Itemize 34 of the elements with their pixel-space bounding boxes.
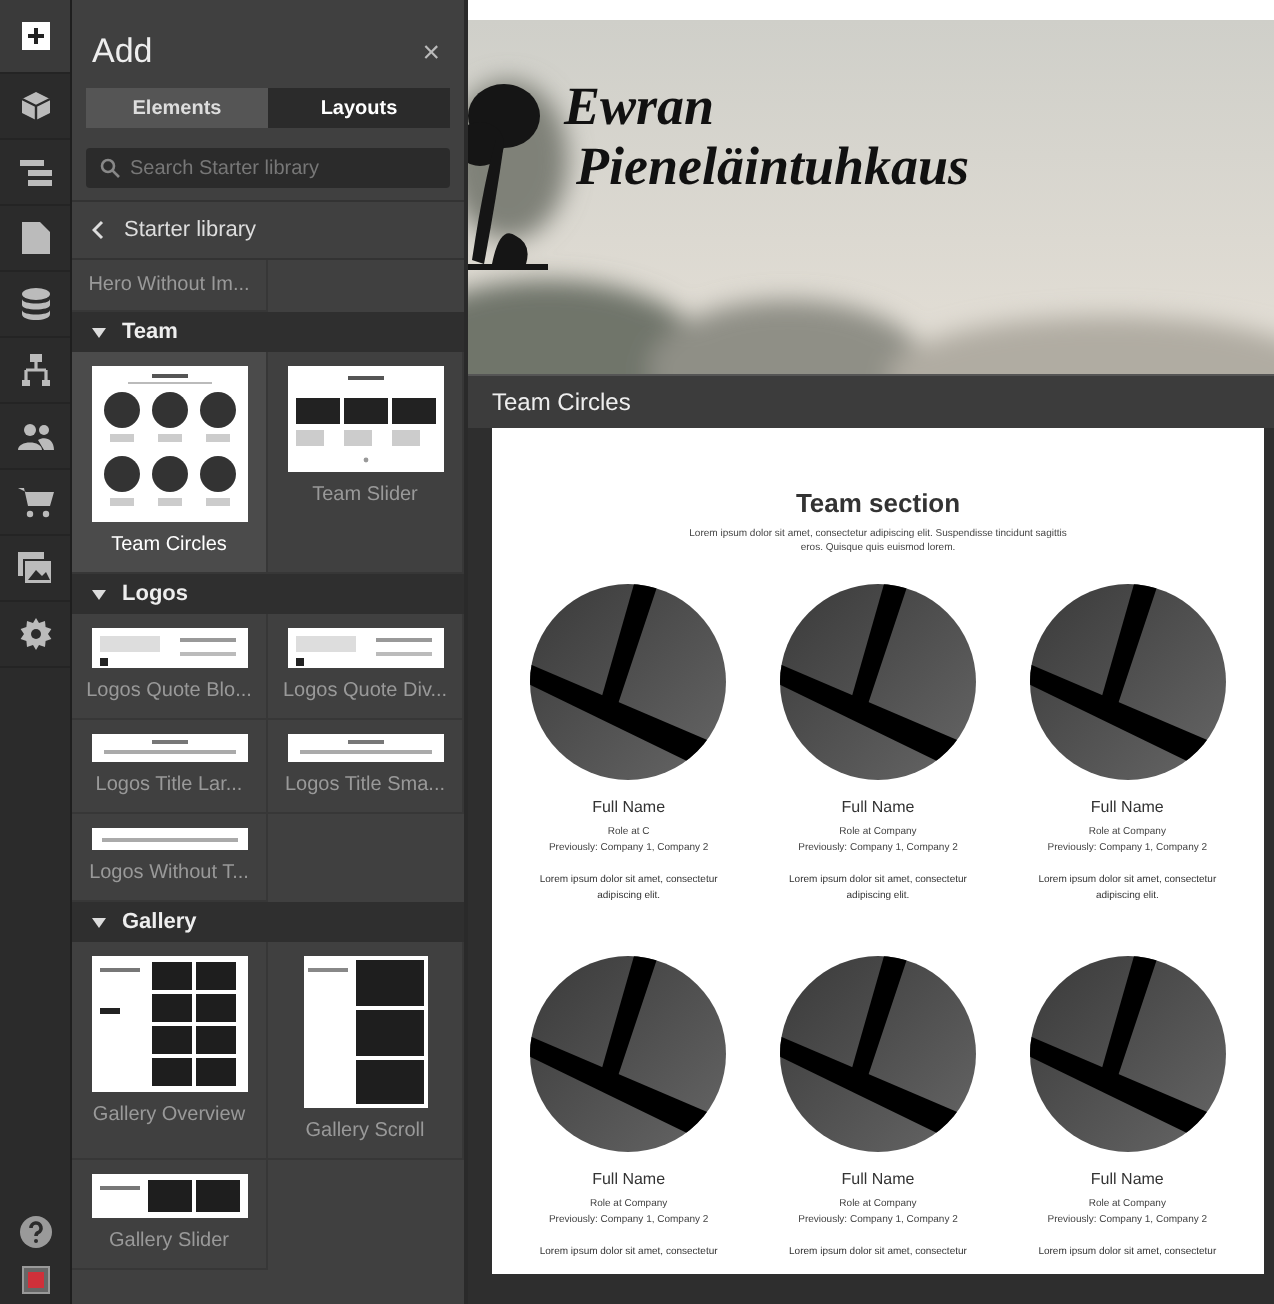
member-name: Full Name	[841, 1170, 915, 1188]
caret-icon	[92, 327, 106, 337]
member-name: Full Name	[592, 1170, 666, 1188]
member-name: Full Name	[1090, 1170, 1164, 1188]
back-chevron-icon[interactable]	[92, 220, 104, 240]
caret-icon	[92, 589, 106, 599]
panel-title: Add	[92, 32, 153, 72]
caret-icon	[92, 917, 106, 927]
layout-card[interactable]: Team Circles	[72, 352, 268, 574]
layout-card[interactable]: Gallery Overview	[72, 942, 268, 1160]
section-header[interactable]: Logos	[72, 574, 464, 614]
layout-card[interactable]: Gallery Slider	[72, 1160, 268, 1270]
layout-card[interactable]: Logos Without T...	[72, 814, 268, 902]
section-heading: Team section	[793, 488, 963, 518]
search-icon	[100, 158, 120, 178]
search-field[interactable]: Search Starter library	[86, 148, 450, 188]
section-header[interactable]: Gallery	[72, 902, 464, 942]
close-button[interactable]: ×	[418, 35, 444, 69]
breadcrumb-link[interactable]: Starter library	[124, 218, 257, 242]
logo-text: Ewran	[564, 76, 717, 136]
layout-card[interactable]: Logos Quote Blo...	[72, 614, 268, 720]
layout-card[interactable]: Logos Title Sma...	[268, 720, 464, 814]
preview-title: Team Circles	[492, 388, 631, 416]
logo-text: Pieneläintuhkaus	[576, 136, 970, 196]
member-name: Full Name	[1090, 798, 1164, 816]
layout-card[interactable]: Team Slider	[268, 352, 464, 574]
member-name: Full Name	[592, 798, 666, 816]
tab[interactable]: Elements	[86, 88, 268, 128]
layout-card[interactable]: Gallery Scroll	[268, 942, 464, 1160]
layout-card[interactable]: Logos Quote Div...	[268, 614, 464, 720]
add-icon[interactable]	[0, 0, 70, 74]
member-name: Full Name	[841, 798, 915, 816]
section-header[interactable]: Team	[72, 312, 464, 352]
layout-card[interactable]: Logos Title Lar...	[72, 720, 268, 814]
